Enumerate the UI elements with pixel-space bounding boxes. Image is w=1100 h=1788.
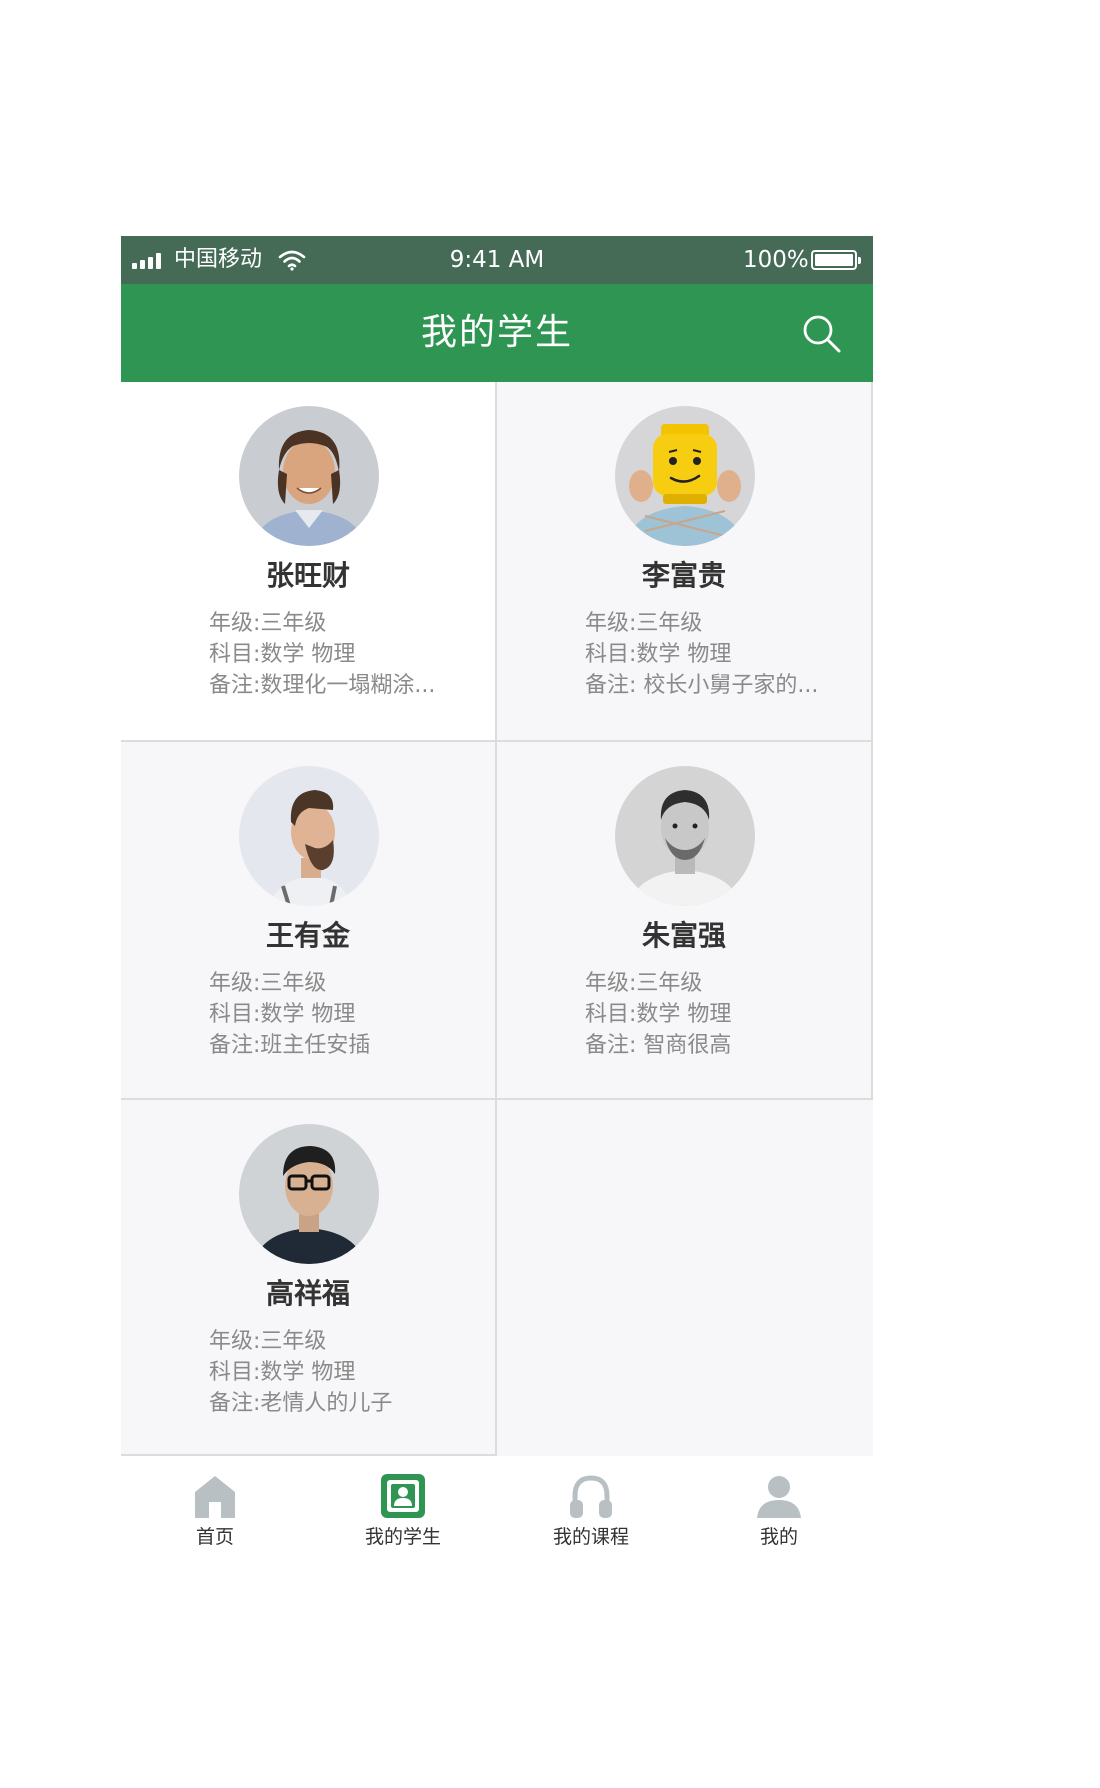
student-name: 朱富强: [641, 919, 726, 952]
battery-icon: [811, 250, 861, 270]
tab-label: 我的: [759, 1526, 798, 1548]
student-avatar: [615, 766, 755, 906]
student-card[interactable]: 高祥福 年级:三年级 科目:数学 物理 备注:老情人的儿子: [121, 1100, 497, 1456]
home-icon: [195, 1476, 235, 1518]
student-note: 备注:数理化一塌糊涂...: [209, 673, 436, 698]
student-note: 备注: 校长小舅子家的...: [585, 673, 819, 698]
student-avatar: [239, 766, 379, 906]
student-info: 年级:三年级 科目:数学 物理 备注:班主任安插: [209, 968, 489, 1061]
student-avatar: [615, 406, 755, 546]
tab-home[interactable]: 首页: [121, 1456, 309, 1566]
status-bar: 中国移动 9:41 AM 100%: [121, 236, 873, 284]
student-card[interactable]: 朱富强 年级:三年级 科目:数学 物理 备注: 智商很高: [497, 742, 873, 1100]
tab-label: 首页: [195, 1526, 234, 1548]
tab-label: 我的课程: [552, 1526, 629, 1548]
student-grade: 年级:三年级: [585, 611, 703, 636]
phone-screen: 中国移动 9:41 AM 100% 我的学生 张旺财 年级:三年级 科目:数学 …: [121, 236, 873, 1566]
student-info: 年级:三年级 科目:数学 物理 备注: 校长小舅子家的...: [585, 608, 865, 701]
tab-label: 我的学生: [364, 1526, 441, 1548]
student-card[interactable]: 李富贵 年级:三年级 科目:数学 物理 备注: 校长小舅子家的...: [497, 382, 873, 742]
user-icon: [757, 1476, 801, 1518]
empty-grid-cell: [497, 1100, 873, 1456]
student-name: 李富贵: [641, 559, 726, 592]
student-info: 年级:三年级 科目:数学 物理 备注:老情人的儿子: [209, 1326, 489, 1419]
student-subjects: 科目:数学 物理: [585, 1002, 732, 1027]
contact-card-icon: [381, 1474, 425, 1518]
student-subjects: 科目:数学 物理: [209, 1360, 356, 1385]
student-name: 高祥福: [265, 1277, 350, 1310]
tab-bar: 首页 我的学生 我的课程 我的: [121, 1456, 873, 1566]
nav-bar: 我的学生: [121, 284, 873, 382]
student-card[interactable]: 王有金 年级:三年级 科目:数学 物理 备注:班主任安插: [121, 742, 497, 1100]
student-grade: 年级:三年级: [585, 971, 703, 996]
student-subjects: 科目:数学 物理: [209, 642, 356, 667]
student-info: 年级:三年级 科目:数学 物理 备注:数理化一塌糊涂...: [209, 608, 489, 701]
search-icon[interactable]: [801, 313, 843, 355]
battery-percent: 100%: [743, 247, 809, 273]
student-note: 备注:班主任安插: [209, 1033, 371, 1058]
student-note: 备注:老情人的儿子: [209, 1391, 393, 1416]
student-info: 年级:三年级 科目:数学 物理 备注: 智商很高: [585, 968, 865, 1061]
student-subjects: 科目:数学 物理: [209, 1002, 356, 1027]
student-grid: 张旺财 年级:三年级 科目:数学 物理 备注:数理化一塌糊涂... 李富贵 年级…: [121, 382, 873, 1456]
student-avatar: [239, 1124, 379, 1264]
student-grade: 年级:三年级: [209, 1329, 327, 1354]
tab-my-courses[interactable]: 我的课程: [497, 1456, 685, 1566]
student-card[interactable]: 张旺财 年级:三年级 科目:数学 物理 备注:数理化一塌糊涂...: [121, 382, 497, 742]
student-name: 张旺财: [265, 559, 350, 592]
student-note: 备注: 智商很高: [585, 1033, 732, 1058]
student-name: 王有金: [265, 919, 350, 952]
tab-my-students[interactable]: 我的学生: [309, 1456, 497, 1566]
tab-profile[interactable]: 我的: [685, 1456, 873, 1566]
student-avatar: [239, 406, 379, 546]
headphones-icon: [570, 1475, 612, 1518]
page-title: 我的学生: [420, 312, 573, 353]
student-grade: 年级:三年级: [209, 611, 327, 636]
student-subjects: 科目:数学 物理: [585, 642, 732, 667]
student-grade: 年级:三年级: [209, 971, 327, 996]
